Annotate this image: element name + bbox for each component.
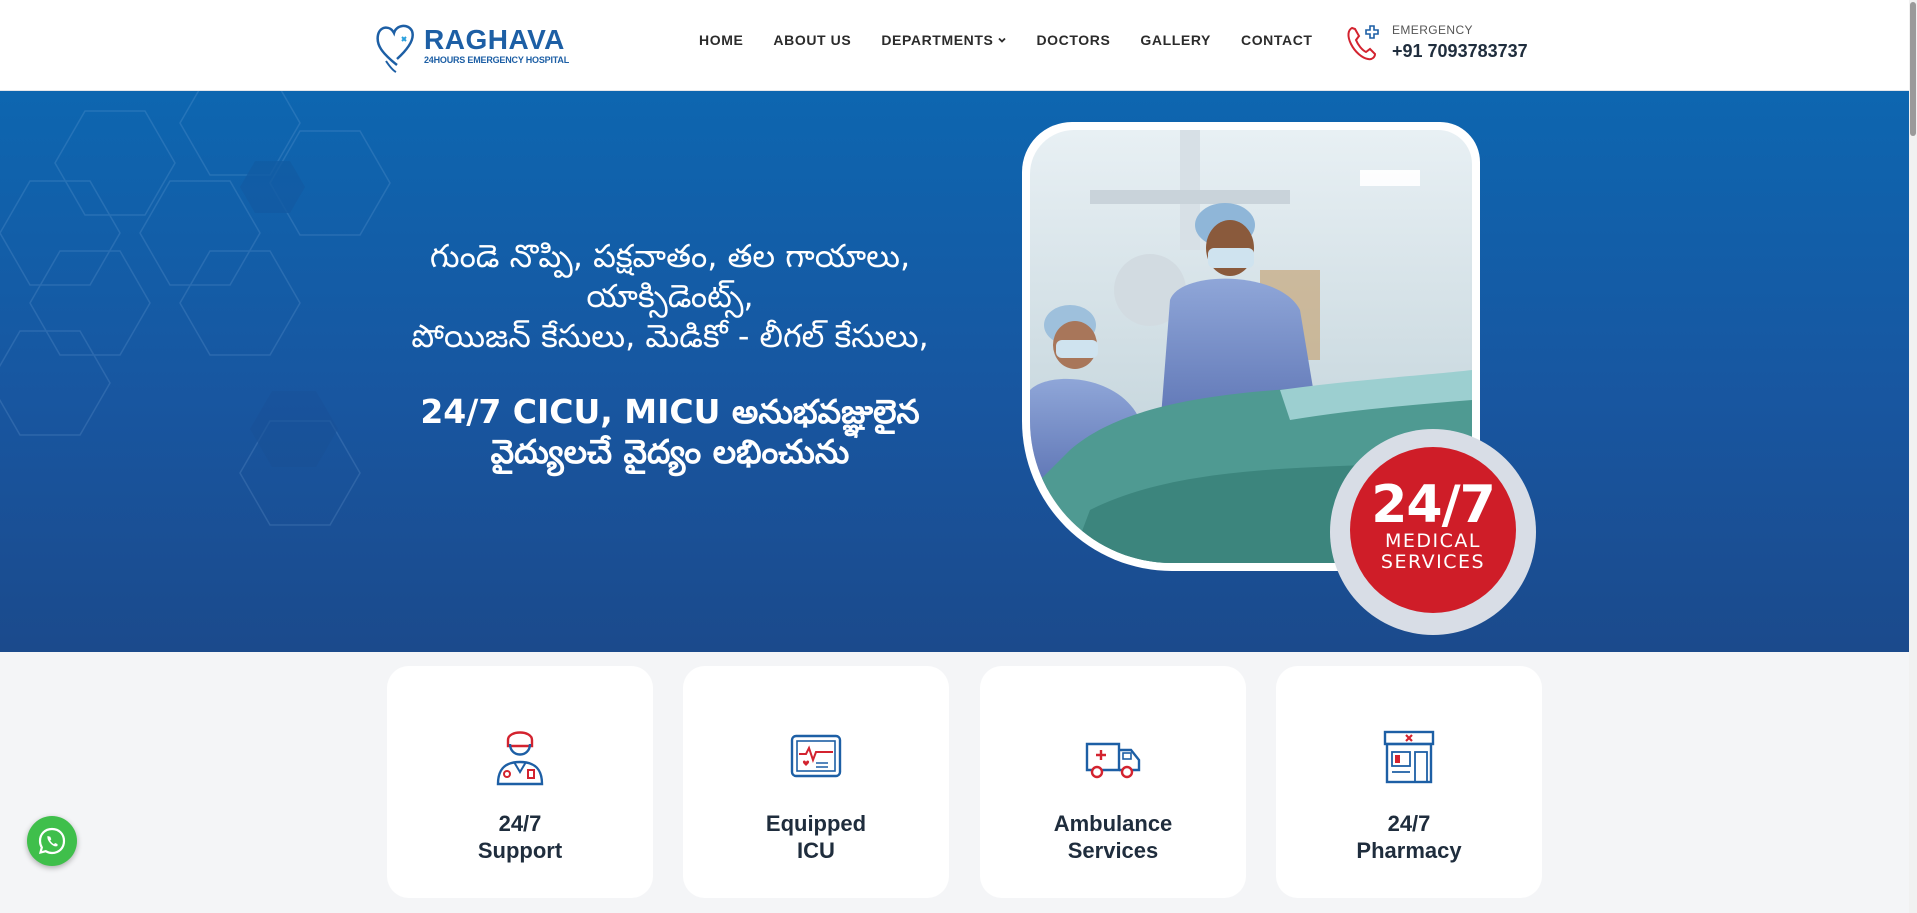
card-title-line-1: 24/7: [1387, 811, 1431, 836]
emergency-label: EMERGENCY: [1392, 22, 1473, 37]
emergency-contact[interactable]: EMERGENCY +91 7093783737: [1344, 22, 1528, 62]
card-title-line-2: Pharmacy: [1356, 838, 1462, 863]
nav-contact[interactable]: CONTACT: [1241, 32, 1313, 48]
chevron-down-icon: [998, 37, 1007, 43]
card-title-line-1: 24/7: [498, 811, 542, 836]
hero-bold-1: 24/7 CICU, MICU అనుభవజ్ఞులైన: [420, 392, 920, 431]
card-title: Ambulance Services: [980, 810, 1246, 864]
ambulance-icon: [1085, 742, 1141, 779]
hero-line-2: యాక్సిడెంట్స్,: [586, 277, 754, 315]
service-card-support[interactable]: 24/7 Support: [387, 666, 653, 898]
emergency-number[interactable]: +91 7093783737: [1392, 41, 1528, 62]
card-title: 24/7 Support: [387, 810, 653, 864]
badge-big-text: 24/7: [1371, 475, 1496, 535]
hero-bold-2: వైద్యులచే వైద్యం లభించును: [490, 432, 850, 471]
badge-line-2: SERVICES: [1380, 551, 1486, 573]
brand-tagline: 24HOURS EMERGENCY HOSPITAL: [424, 55, 569, 65]
service-card-ambulance[interactable]: Ambulance Services: [980, 666, 1246, 898]
monitor-icon: [790, 734, 842, 778]
hero-line-1: గుండె నొప్పి, పక్షవాతం, తల గాయాలు,: [429, 237, 911, 275]
phone-plus-icon: [1347, 25, 1379, 61]
nav-doctors[interactable]: DOCTORS: [1036, 32, 1110, 48]
card-title: 24/7 Pharmacy: [1276, 810, 1542, 864]
nav-about-us[interactable]: ABOUT US: [773, 32, 851, 48]
page-scrollbar[interactable]: [1909, 0, 1917, 913]
hero-line-3: పోయిజన్ కేసులు, మెడికో - లీగల్ కేసులు,: [411, 317, 929, 355]
heart-hands-logo-icon: [376, 24, 414, 73]
logo[interactable]: RAGHAVA 24HOURS EMERGENCY HOSPITAL: [372, 16, 572, 74]
card-title: Equipped ICU: [683, 810, 949, 864]
card-title-line-2: Support: [477, 838, 563, 863]
24-7-medical-badge: 24/7 MEDICAL SERVICES: [1350, 447, 1516, 613]
card-title-line-1: Equipped: [765, 811, 867, 836]
hero-text: గుండె నొప్పి, పక్షవాతం, తల గాయాలు, యాక్స…: [340, 236, 1000, 472]
doctor-icon: [496, 731, 544, 786]
service-card-pharmacy[interactable]: 24/7 Pharmacy: [1276, 666, 1542, 898]
whatsapp-button[interactable]: [27, 816, 77, 866]
nav-departments[interactable]: DEPARTMENTS: [881, 32, 1007, 48]
nav-gallery[interactable]: GALLERY: [1140, 32, 1211, 48]
scrollbar-thumb[interactable]: [1910, 2, 1916, 136]
hero-banner: గుండె నొప్పి, పక్షవాతం, తల గాయాలు, యాక్స…: [0, 91, 1917, 652]
site-header: RAGHAVA 24HOURS EMERGENCY HOSPITAL HOME …: [0, 0, 1917, 91]
pharmacy-icon: [1383, 730, 1435, 784]
whatsapp-icon: [38, 827, 66, 855]
card-title-line-2: Services: [1067, 838, 1159, 863]
card-title-line-1: Ambulance: [1053, 811, 1173, 836]
services-section: 24/7 Support Equipped ICU Ambulance Serv…: [0, 652, 1917, 913]
nav-home[interactable]: HOME: [699, 32, 743, 48]
nav-departments-label: DEPARTMENTS: [881, 32, 994, 48]
card-title-line-2: ICU: [797, 838, 835, 863]
service-card-icu[interactable]: Equipped ICU: [683, 666, 949, 898]
main-nav: HOME ABOUT US DEPARTMENTS DOCTORS GALLER…: [699, 32, 1343, 48]
brand-name: RAGHAVA: [424, 24, 565, 55]
